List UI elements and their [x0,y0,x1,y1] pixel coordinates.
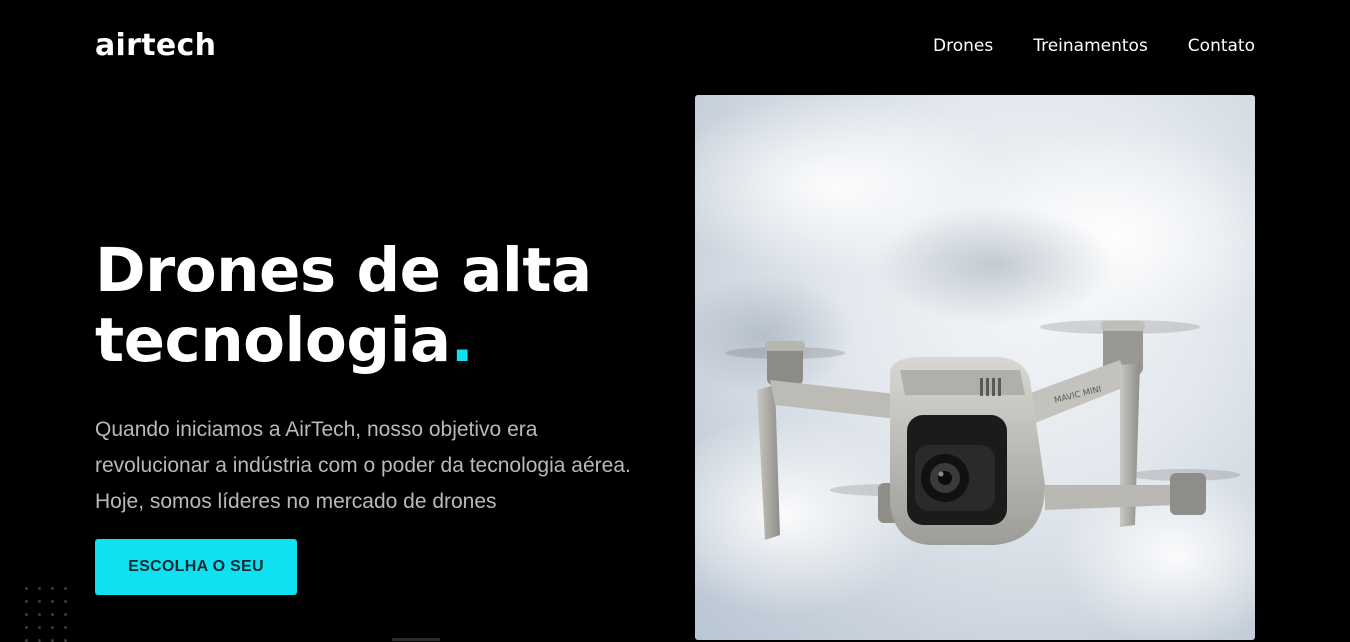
hero-description: Quando iniciamos a AirTech, nosso objeti… [95,418,631,513]
hero-title-line2: tecnologia [95,305,451,376]
logo[interactable]: airtech [95,28,216,63]
choose-drone-button[interactable]: ESCOLHA O SEU [95,539,297,595]
hero-title-line1: Drones de alta [95,235,592,306]
landing-page: airtech Drones Treinamentos Contato Dron… [0,0,1350,642]
hero-title: Drones de alta tecnologia. [95,236,695,376]
drone-photo: MAVIC MINI [695,95,1255,640]
nav-link-treinamentos[interactable]: Treinamentos [1033,36,1148,56]
nav-link-contato[interactable]: Contato [1188,36,1255,56]
hero-title-dot: . [450,305,474,376]
divider [392,638,440,641]
drone-illustration: MAVIC MINI [695,95,1255,640]
main-nav: Drones Treinamentos Contato [933,36,1255,56]
nav-link-drones[interactable]: Drones [933,36,993,56]
dot-grid-decoration [20,582,76,642]
